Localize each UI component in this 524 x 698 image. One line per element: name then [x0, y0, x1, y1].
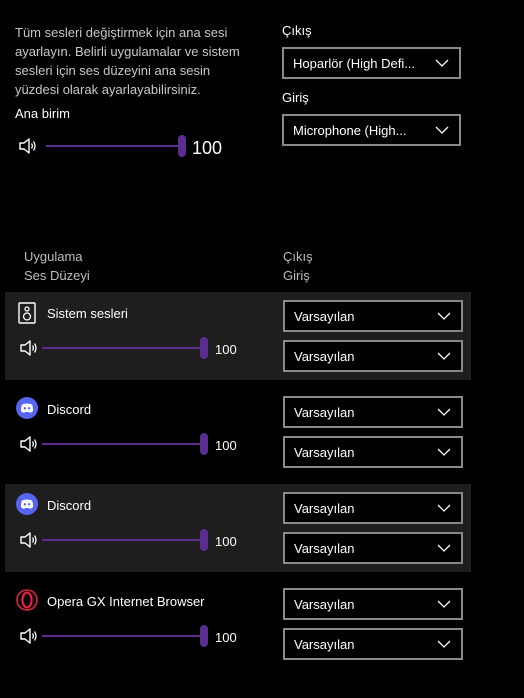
app-output-value: Varsayılan — [294, 308, 355, 324]
app-output-value: Varsayılan — [294, 596, 355, 612]
output-device-label: Çıkış — [282, 23, 312, 38]
app-volume-value: 100 — [215, 630, 237, 645]
slider-thumb[interactable] — [200, 337, 208, 359]
chevron-down-icon — [437, 408, 451, 416]
master-volume-description: Tüm sesleri değiştirmek için ana sesi ay… — [15, 23, 265, 99]
chevron-down-icon — [437, 504, 451, 512]
header-level-label: Ses Düzeyi — [24, 268, 90, 283]
discord-icon — [16, 397, 38, 419]
description-line: ayarlayın. Belirli uygulamalar ve sistem — [15, 44, 240, 59]
app-volume-slider[interactable] — [42, 624, 208, 648]
app-name: Opera GX Internet Browser — [47, 594, 205, 609]
input-device-value: Microphone (High... — [293, 122, 407, 138]
app-input-dropdown[interactable]: Varsayılan — [283, 532, 463, 564]
app-output-value: Varsayılan — [294, 500, 355, 516]
system-sounds-icon — [18, 302, 36, 324]
slider-track — [46, 145, 180, 147]
app-volume-slider[interactable] — [42, 528, 208, 552]
chevron-down-icon — [437, 544, 451, 552]
slider-track — [42, 539, 202, 541]
chevron-down-icon — [437, 312, 451, 320]
app-output-dropdown[interactable]: Varsayılan — [283, 492, 463, 524]
description-line: yüzdesi olarak ayarlayabilirsiniz. — [15, 82, 201, 97]
chevron-down-icon — [437, 640, 451, 648]
app-output-dropdown[interactable]: Varsayılan — [283, 588, 463, 620]
slider-thumb[interactable] — [178, 135, 186, 157]
speaker-icon[interactable] — [19, 627, 39, 645]
app-input-value: Varsayılan — [294, 540, 355, 556]
output-device-dropdown[interactable]: Hoparlör (High Defi... — [282, 47, 461, 79]
speaker-icon[interactable] — [19, 531, 39, 549]
output-device-value: Hoparlör (High Defi... — [293, 55, 416, 71]
app-output-dropdown[interactable]: Varsayılan — [283, 396, 463, 428]
column-header-devices: Çıkış Giriş — [283, 247, 313, 285]
header-input-label: Giriş — [283, 268, 310, 283]
slider-track — [42, 635, 202, 637]
app-input-dropdown[interactable]: Varsayılan — [283, 628, 463, 660]
chevron-down-icon — [435, 126, 449, 134]
app-name: Discord — [47, 498, 92, 513]
app-volume-value: 100 — [215, 534, 237, 549]
app-volume-slider[interactable] — [42, 336, 208, 360]
app-volume-value: 100 — [215, 342, 237, 357]
input-device-label: Giriş — [282, 90, 309, 105]
column-header-app: Uygulama Ses Düzeyi — [24, 247, 90, 285]
chevron-down-icon — [435, 59, 449, 67]
app-input-value: Varsayılan — [294, 636, 355, 652]
chevron-down-icon — [437, 600, 451, 608]
app-input-value: Varsayılan — [294, 444, 355, 460]
slider-track — [42, 347, 202, 349]
speaker-icon[interactable] — [18, 137, 38, 155]
header-output-label: Çıkış — [283, 249, 313, 264]
slider-thumb[interactable] — [200, 529, 208, 551]
discord-icon — [16, 493, 38, 515]
description-line: sesleri için ses düzeyini ana sesin — [15, 63, 211, 78]
speaker-icon[interactable] — [19, 339, 39, 357]
slider-thumb[interactable] — [200, 625, 208, 647]
app-name: Discord — [47, 402, 92, 417]
speaker-icon[interactable] — [19, 435, 39, 453]
app-input-dropdown[interactable]: Varsayılan — [283, 340, 463, 372]
slider-thumb[interactable] — [200, 433, 208, 455]
slider-track — [42, 443, 202, 445]
input-device-dropdown[interactable]: Microphone (High... — [282, 114, 461, 146]
opera-gx-icon — [16, 589, 38, 611]
app-input-value: Varsayılan — [294, 348, 355, 364]
app-volume-value: 100 — [215, 438, 237, 453]
master-volume-value: 100 — [192, 138, 223, 158]
app-output-dropdown[interactable]: Varsayılan — [283, 300, 463, 332]
master-volume-label: Ana birim — [15, 106, 70, 121]
app-input-dropdown[interactable]: Varsayılan — [283, 436, 463, 468]
chevron-down-icon — [437, 352, 451, 360]
app-volume-slider[interactable] — [42, 432, 208, 456]
description-line: Tüm sesleri değiştirmek için ana sesi — [15, 25, 228, 40]
header-app-label: Uygulama — [24, 249, 83, 264]
app-output-value: Varsayılan — [294, 404, 355, 420]
app-name: Sistem sesleri — [47, 306, 128, 321]
master-volume-slider[interactable] — [46, 134, 186, 158]
chevron-down-icon — [437, 448, 451, 456]
